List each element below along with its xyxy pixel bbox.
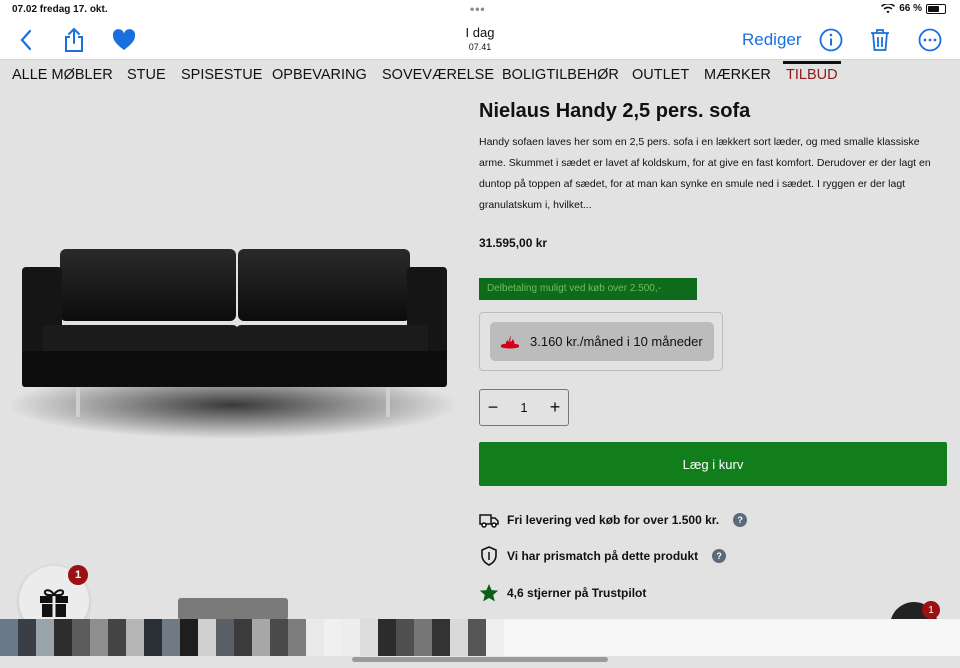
nav-item-spisestue[interactable]: SPISESTUE [181,67,262,83]
feature-free-delivery: Fri levering ved køb for over 1.500 kr. … [479,510,748,530]
nav-item-alle-mobler[interactable]: ALLE MØBLER [12,67,113,83]
photo-thumbnail[interactable] [144,619,162,656]
nav-item-opbevaring[interactable]: OPBEVARING [272,67,367,83]
share-button[interactable] [60,26,88,54]
photo-thumbnail[interactable] [90,619,108,656]
time-label: 07.41 [468,42,492,52]
photo-thumbnail[interactable] [324,619,342,656]
back-button[interactable] [12,26,40,54]
photo-thumbnail[interactable] [0,619,18,656]
photo-thumbnail[interactable] [18,619,36,656]
photo-thumbnail[interactable] [486,619,504,656]
help-icon[interactable]: ? [733,513,748,527]
home-indicator[interactable] [352,657,608,662]
info-button[interactable] [817,26,845,54]
delete-button[interactable] [866,26,894,54]
photo-thumbnail[interactable] [54,619,72,656]
photo-thumbnail[interactable] [270,619,288,656]
quantity-value[interactable]: 1 [520,400,527,415]
info-icon [819,28,843,52]
photo-thumbnail[interactable] [432,619,450,656]
photo-thumbnail-strip[interactable] [0,619,960,656]
heart-icon [112,29,136,50]
photo-thumbnail[interactable] [126,619,144,656]
feature-trustpilot: 4,6 stjerner på Trustpilot [479,583,646,603]
shield-icon [479,546,499,566]
photo-thumbnail[interactable] [306,619,324,656]
quantity-stepper: − 1 + [479,389,569,426]
nav-item-maerker[interactable]: MÆRKER [704,67,771,83]
increase-quantity-button[interactable]: + [548,397,562,418]
product-price: 31.595,00 kr [479,236,548,250]
installment-label: 3.160 kr./måned i 10 måneder [530,334,703,349]
chat-count-badge: 1 [922,601,940,619]
gift-count-badge: 1 [68,565,88,585]
photo-thumbnail[interactable] [216,619,234,656]
photo-thumbnail[interactable] [252,619,270,656]
add-to-cart-button[interactable]: Læg i kurv [479,442,947,486]
decrease-quantity-button[interactable]: − [486,397,500,418]
category-nav: ALLE MØBLER STUE SPISESTUE OPBEVARING SO… [0,61,960,91]
photo-thumbnail[interactable] [288,619,306,656]
help-icon[interactable]: ? [712,549,727,563]
status-time: 07.02 fredag 17. okt. [12,4,108,15]
product-description: Handy sofaen laves her som en 2,5 pers. … [479,136,931,211]
photo-thumbnail[interactable] [414,619,432,656]
more-button[interactable] [916,26,944,54]
trash-icon [871,29,889,51]
battery-percent: 66 % [899,3,922,14]
edit-button[interactable]: Rediger [742,30,802,50]
nav-item-tilbud[interactable]: TILBUD [786,67,838,83]
photo-thumbnail[interactable] [342,619,360,656]
nav-item-boligtilbehor[interactable]: BOLIGTILBEHØR [502,67,619,83]
photo-thumbnail[interactable] [72,619,90,656]
photo-thumbnail[interactable] [36,619,54,656]
photo-thumbnail[interactable] [450,619,468,656]
photo-thumbnail[interactable] [108,619,126,656]
installment-button[interactable]: 3.160 kr./måned i 10 måneder [490,322,714,361]
star-icon [479,583,499,603]
wifi-icon [881,3,896,13]
installment-box: 3.160 kr./måned i 10 måneder [479,312,723,371]
status-right: 66 % [881,3,946,14]
multitask-dots[interactable]: ••• [470,2,486,16]
photo-thumbnail[interactable] [198,619,216,656]
feature-price-match: Vi har prismatch på dette produkt ? [479,546,727,566]
product-image [8,225,458,450]
date-label: I dag [465,25,495,40]
more-icon [918,28,942,52]
photo-thumbnail[interactable] [468,619,486,656]
nav-item-sovevaerelse[interactable]: SOVEVÆRELSE [382,67,494,83]
nav-item-outlet[interactable]: OUTLET [632,67,689,83]
photo-thumbnail[interactable] [234,619,252,656]
share-icon [65,27,83,52]
nav-active-indicator [783,61,841,64]
photo-toolbar: I dag 07.41 Rediger [0,20,960,60]
favorite-button[interactable] [110,26,138,54]
photo-thumbnail[interactable] [360,619,378,656]
feature-text: Fri levering ved køb for over 1.500 kr. [507,513,720,527]
santander-flame-icon [501,334,519,348]
photo-thumbnail[interactable] [180,619,198,656]
feature-text: Vi har prismatch på dette produkt [507,549,699,563]
truck-icon [479,510,499,530]
photo-date: I dag 07.41 [430,25,530,52]
product-title: Nielaus Handy 2,5 pers. sofa [479,100,751,122]
photo-thumbnail[interactable] [378,619,396,656]
status-bar: 07.02 fredag 17. okt. ••• 66 % [0,0,960,20]
photo-thumbnail[interactable] [162,619,180,656]
finance-banner: Delbetaling muligt ved køb over 2.500,- [479,278,697,300]
battery-icon [926,3,946,14]
gallery-thumbnail[interactable] [178,598,288,620]
gift-icon [40,589,68,617]
feature-text: 4,6 stjerner på Trustpilot [507,586,647,600]
photo-thumbnail[interactable] [396,619,414,656]
chevron-left-icon [20,29,32,51]
nav-item-stue[interactable]: STUE [127,67,166,83]
